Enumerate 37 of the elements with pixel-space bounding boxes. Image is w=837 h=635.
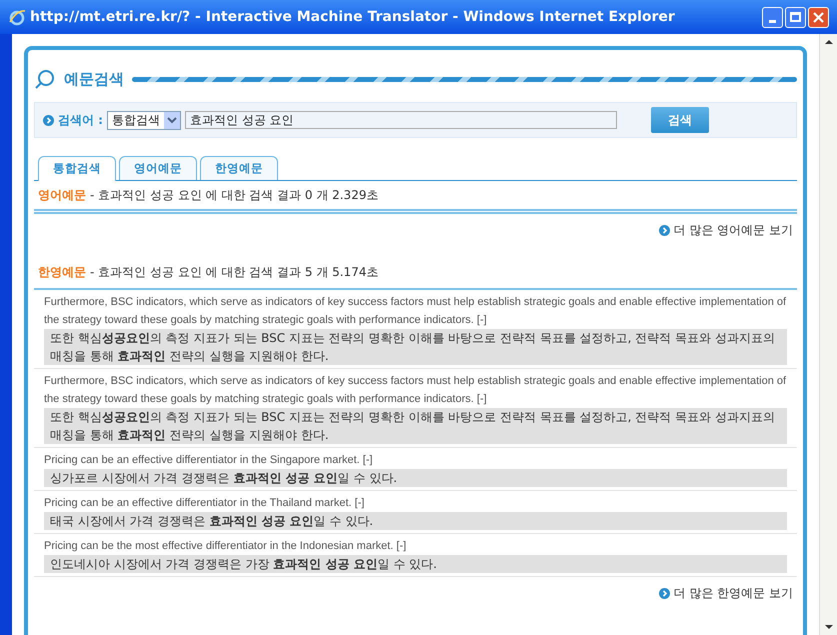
- close-icon: [813, 12, 824, 22]
- browser-icon: [8, 8, 26, 26]
- korean-translation: 또한 핵심성공요인의 측정 지표가 되는 BSC 지표는 전략의 명확한 이해를 바탕으로 전략적 목표를 설정하고, 전략적 목표와 성과지표의 매칭을 통해 효과적인 전략의 실행을 지원해야 한다.: [44, 408, 787, 444]
- scrollbar[interactable]: [819, 34, 837, 635]
- english-sentence: Pricing can be the most effective differentiator in the Indonesian market. [-]: [44, 539, 408, 554]
- window-title: http://mt.etri.re.kr/? - Interactive Machine Translator - Windows Internet Explorer: [30, 8, 675, 26]
- collapse-link[interactable]: [-]: [476, 393, 487, 405]
- bullet-icon: [658, 588, 670, 598]
- korean-translation: 또한 핵심성공요인의 측정 지표가 되는 BSC 지표는 전략의 명확한 이해를 바탕으로 전략적 목표를 설정하고, 전략적 목표와 성과지표의 매칭을 통해 효과적인 전략의 실행을 지원해야 한다.: [44, 329, 787, 365]
- collapse-link[interactable]: [-]: [354, 497, 364, 509]
- section-title: 한영예문: [38, 264, 86, 281]
- magnifier-icon: [34, 69, 56, 89]
- more-examples-link[interactable]: 더 많은 한영예문 보기: [674, 584, 793, 602]
- english-sentence: Pricing can be an effective differentiator in the Singapore market. [-]: [44, 453, 374, 468]
- korean-translation: 인도네시아 시장에서 가격 경쟁력은 가장 효과적인 성공 요인일 수 있다.: [44, 555, 787, 573]
- english-sentence: Pricing can be an effective differentiator in the Thailand market. [-]: [44, 496, 366, 511]
- english-sentence: Furthermore, BSC indicators, which serve as indicators of key success factors must help establish strategic goals and enable effective implementation of the strategy toward these goals by matching strategic goals with performance indicators. [-]: [44, 295, 787, 328]
- panel-title: 예문검색: [64, 68, 124, 90]
- collapse-link[interactable]: [-]: [476, 314, 487, 326]
- english-sentence: Furthermore, BSC indicators, which serve as indicators of key success factors must help establish strategic goals and enable effective implementation of the strategy toward these goals by matching strategic goals with performance indicators. [-]: [44, 374, 787, 407]
- search-label: 검색어 :: [58, 112, 103, 129]
- section-title: 영어예문: [38, 187, 86, 204]
- minimize-button[interactable]: [762, 6, 783, 28]
- search-field[interactable]: 효과적인 성공 요인: [184, 111, 617, 129]
- bullet-icon: [658, 224, 670, 236]
- close-button[interactable]: [808, 6, 829, 28]
- korean-translation: 싱가포르 시장에서 가격 경쟁력은 효과적인 성공 요인일 수 있다.: [44, 469, 787, 487]
- collapse-link[interactable]: [-]: [396, 540, 406, 552]
- tab[interactable]: 통합검색: [38, 156, 116, 181]
- more-examples-link[interactable]: 더 많은 영어예문 보기: [674, 221, 793, 239]
- collapse-link[interactable]: [-]: [362, 454, 373, 466]
- scope-dropdown[interactable]: 통합검색: [106, 110, 181, 130]
- korean-translation: 태국 시장에서 가격 경쟁력은 효과적인 성공 요인일 수 있다.: [44, 512, 787, 530]
- bullet-icon: [43, 114, 54, 126]
- result-summary: - 효과적인 성공 요인 에 대한 검색 결과 0 개 2.329초: [90, 187, 378, 204]
- result-summary: - 효과적인 성공 요인 에 대한 검색 결과 5 개 5.174초: [90, 264, 378, 281]
- maximize-button[interactable]: [785, 6, 806, 28]
